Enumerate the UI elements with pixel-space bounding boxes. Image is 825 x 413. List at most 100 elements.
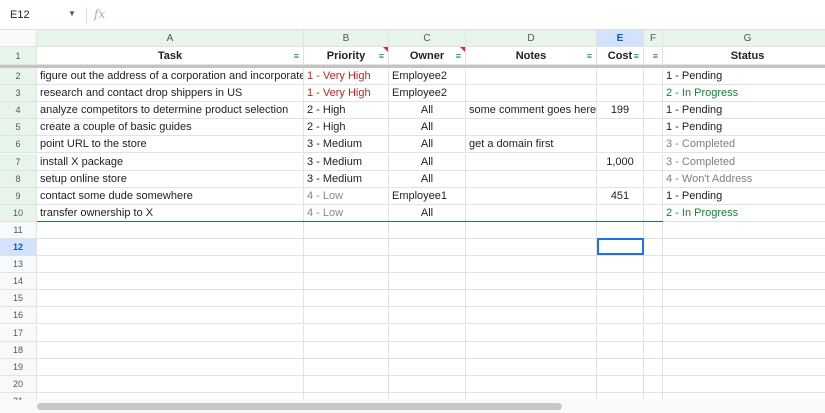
empty-cell[interactable] (37, 239, 304, 256)
empty-cell[interactable] (663, 307, 825, 325)
empty-cell[interactable] (389, 324, 466, 342)
row-header-12[interactable]: 12 (0, 239, 37, 256)
row-header-9[interactable]: 9 (0, 187, 37, 205)
cell-task[interactable]: figure out the address of a corporation … (37, 68, 304, 85)
row-header-4[interactable]: 4 (0, 102, 37, 120)
chevron-down-icon[interactable]: ▼ (68, 9, 76, 18)
cell-task[interactable]: analyze competitors to determine product… (37, 102, 304, 120)
cell-priority[interactable]: 4 - Low (304, 187, 389, 205)
cell-status[interactable]: 3 - Completed (663, 154, 825, 171)
empty-cell[interactable] (304, 358, 389, 376)
cell-priority[interactable]: 1 - Very High (304, 68, 389, 85)
cell-status[interactable]: 3 - Completed (663, 136, 825, 154)
cell-cost[interactable]: 1,000 (597, 153, 644, 171)
cell-task[interactable]: install X package (37, 153, 304, 171)
empty-cell[interactable] (304, 290, 389, 308)
empty-cell[interactable] (304, 324, 389, 342)
header-status[interactable]: Status (663, 47, 825, 65)
cell-f[interactable] (644, 187, 663, 205)
empty-cell[interactable] (37, 324, 304, 342)
cell-task[interactable]: contact some dude somewhere (37, 187, 304, 205)
empty-cell[interactable] (644, 273, 663, 291)
filter-icon[interactable]: ≡ (294, 47, 299, 64)
row-header-18[interactable]: 18 (0, 341, 37, 359)
cell-cost[interactable] (597, 170, 644, 188)
empty-cell[interactable] (389, 221, 466, 239)
row-header-1[interactable]: 1 (0, 47, 37, 65)
cell-notes[interactable] (466, 85, 597, 103)
filter-icon[interactable]: ≡ (587, 47, 592, 64)
empty-cell[interactable] (466, 324, 597, 342)
cell-task[interactable]: transfer ownership to X (37, 204, 304, 222)
empty-cell[interactable] (644, 307, 663, 325)
cell-cost[interactable]: 199 (597, 102, 644, 120)
cell-priority[interactable]: 3 - Medium (304, 153, 389, 171)
cell-owner[interactable]: All (389, 153, 466, 171)
empty-cell[interactable] (644, 290, 663, 308)
empty-cell[interactable] (597, 221, 644, 239)
cell-status[interactable]: 1 - Pending (663, 119, 825, 137)
cell-cost[interactable] (597, 85, 644, 103)
empty-cell[interactable] (304, 221, 389, 239)
cell-notes[interactable] (466, 170, 597, 188)
cell-priority[interactable]: 2 - High (304, 102, 389, 120)
cell-f[interactable] (644, 153, 663, 171)
cell-priority[interactable]: 1 - Very High (304, 85, 389, 103)
empty-cell[interactable] (597, 273, 644, 291)
empty-cell[interactable] (644, 341, 663, 359)
empty-cell[interactable] (37, 341, 304, 359)
filter-icon[interactable]: ≡ (634, 47, 639, 64)
column-header-e[interactable]: E (597, 30, 644, 47)
empty-cell[interactable] (37, 375, 304, 393)
cell-f[interactable] (644, 85, 663, 103)
column-header-b[interactable]: B (304, 30, 389, 47)
empty-cell[interactable] (37, 273, 304, 291)
row-header-16[interactable]: 16 (0, 307, 37, 325)
cell-notes[interactable] (466, 119, 597, 137)
cell-notes[interactable] (466, 204, 597, 222)
frozen-row-divider[interactable] (0, 65, 825, 68)
empty-cell[interactable] (644, 221, 663, 239)
empty-cell[interactable] (466, 358, 597, 376)
empty-cell[interactable] (663, 222, 825, 239)
empty-cell[interactable] (663, 273, 825, 291)
empty-cell[interactable] (466, 375, 597, 393)
row-header-15[interactable]: 15 (0, 290, 37, 308)
selected-cell-e12[interactable] (597, 238, 644, 255)
row-header-17[interactable]: 17 (0, 324, 37, 342)
cell-owner[interactable]: Employee2 (389, 85, 466, 103)
empty-cell[interactable] (466, 239, 597, 256)
row-header-5[interactable]: 5 (0, 119, 37, 137)
cell-status[interactable]: 2 - In Progress (663, 205, 825, 222)
cell-notes[interactable]: get a domain first (466, 136, 597, 154)
row-header-2[interactable]: 2 (0, 68, 37, 85)
empty-cell[interactable] (597, 324, 644, 342)
cell-f[interactable] (644, 102, 663, 120)
empty-cell[interactable] (304, 341, 389, 359)
row-header-3[interactable]: 3 (0, 85, 37, 103)
empty-cell[interactable] (304, 273, 389, 291)
cell-priority[interactable]: 2 - High (304, 119, 389, 137)
empty-cell[interactable] (389, 375, 466, 393)
cell-owner[interactable]: All (389, 204, 466, 222)
cell-notes[interactable]: some comment goes here (466, 102, 597, 120)
select-all-corner[interactable] (0, 30, 37, 47)
cell-notes[interactable] (466, 153, 597, 171)
empty-cell[interactable] (389, 307, 466, 325)
empty-cell[interactable] (597, 307, 644, 325)
row-header-20[interactable]: 20 (0, 375, 37, 393)
empty-cell[interactable] (466, 256, 597, 274)
cell-status[interactable]: 1 - Pending (663, 188, 825, 205)
empty-cell[interactable] (644, 256, 663, 274)
header-f[interactable]: ≡ (644, 47, 663, 65)
cell-status[interactable]: 4 - Won't Address (663, 171, 825, 188)
empty-cell[interactable] (37, 358, 304, 376)
empty-cell[interactable] (466, 307, 597, 325)
row-header-14[interactable]: 14 (0, 273, 37, 291)
empty-cell[interactable] (389, 239, 466, 256)
empty-cell[interactable] (644, 324, 663, 342)
column-header-f[interactable]: F (644, 30, 663, 47)
cell-task[interactable]: setup online store (37, 170, 304, 188)
empty-cell[interactable] (466, 221, 597, 239)
empty-cell[interactable] (389, 273, 466, 291)
